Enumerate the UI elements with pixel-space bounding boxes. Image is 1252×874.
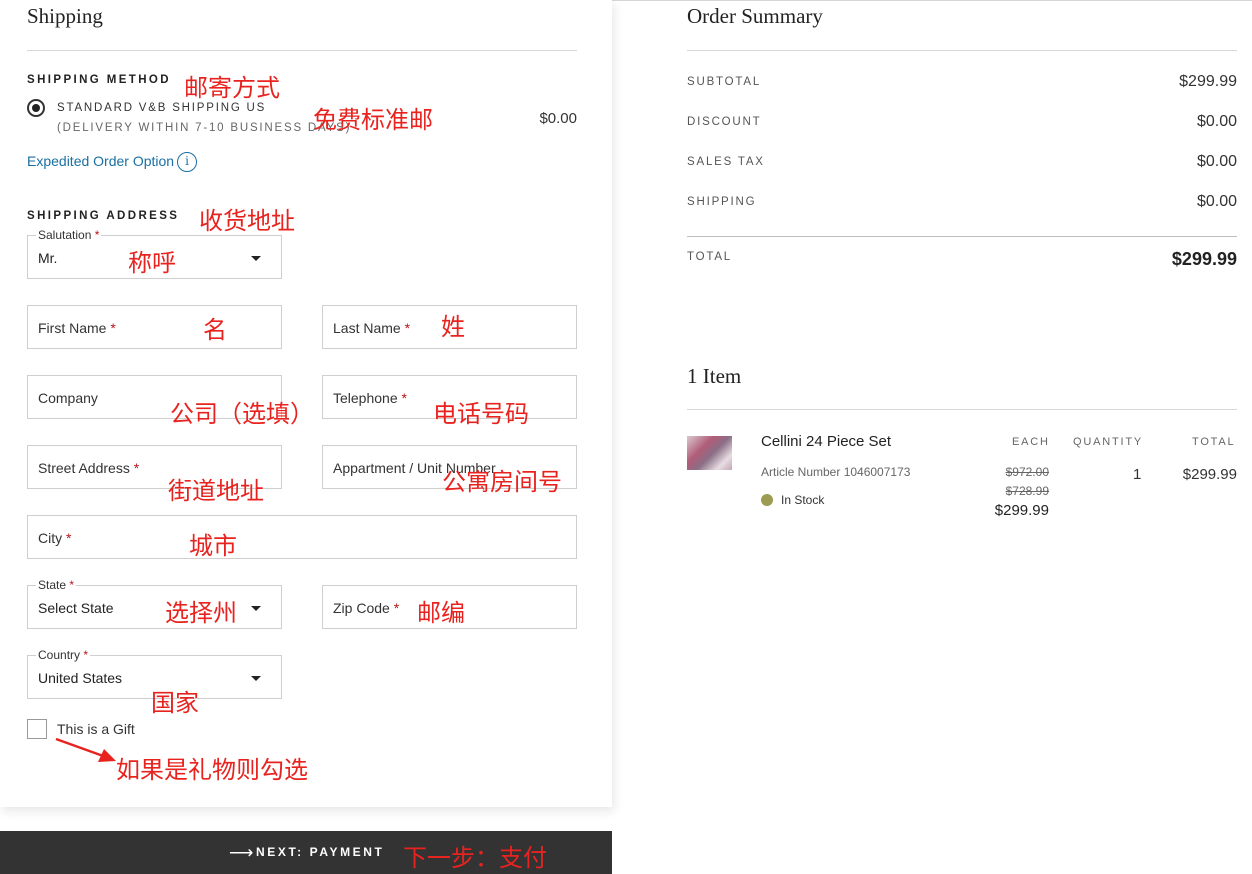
chevron-down-icon xyxy=(251,256,261,261)
article-number: Article Number 1046007173 xyxy=(761,465,911,479)
shipping-method-heading: SHIPPING METHOD xyxy=(27,74,171,86)
annotation-free: 免费标准邮 xyxy=(313,106,433,134)
price-current: $299.99 xyxy=(994,502,1049,519)
annotation-apartment: 公寓房间号 xyxy=(442,468,562,496)
shipping-divider xyxy=(27,50,577,51)
total-label: TOTAL xyxy=(687,251,732,263)
company-placeholder: Company xyxy=(38,390,98,406)
next-payment-label: NEXT: PAYMENT xyxy=(256,845,385,859)
subtotal-value: $299.99 xyxy=(1179,73,1237,90)
shipping-option-name: STANDARD V&B SHIPPING US xyxy=(57,102,267,114)
street-address-placeholder: Street Address * xyxy=(38,460,140,476)
arrow-right-icon: ⟶ xyxy=(229,843,254,862)
salutation-value: Mr. xyxy=(38,250,58,266)
col-total: TOTAL xyxy=(1192,436,1236,448)
items-divider xyxy=(687,409,1237,410)
annotation-salutation: 称呼 xyxy=(128,249,176,277)
subtotal-label: SUBTOTAL xyxy=(687,76,762,88)
gift-checkbox[interactable] xyxy=(27,719,47,739)
country-label: Country * xyxy=(36,648,91,662)
shipping-option-price: $0.00 xyxy=(539,110,577,127)
annotation-method: 邮寄方式 xyxy=(184,74,280,102)
annotation-country: 国家 xyxy=(151,689,199,717)
last-name-placeholder: Last Name * xyxy=(333,320,411,336)
product-quantity: 1 xyxy=(1133,466,1142,483)
annotation-city: 城市 xyxy=(189,532,237,560)
product-total: $299.99 xyxy=(1182,466,1237,483)
annotation-zip: 邮编 xyxy=(417,599,465,627)
salutation-label: Salutation * xyxy=(36,228,102,242)
col-quantity: QUANTITY xyxy=(1073,436,1144,448)
zip-code-placeholder: Zip Code * xyxy=(333,600,400,616)
annotation-first-name: 名 xyxy=(203,316,227,344)
price-previous: $728.99 xyxy=(1005,484,1049,498)
first-name-placeholder: First Name * xyxy=(38,320,116,336)
order-summary-title: Order Summary xyxy=(687,4,823,28)
annotation-company: 公司（选填） xyxy=(170,400,314,428)
annotation-telephone: 电话号码 xyxy=(433,400,529,428)
sales-tax-label: SALES TAX xyxy=(687,156,765,168)
country-value: United States xyxy=(38,670,123,686)
total-divider xyxy=(687,236,1237,237)
price-original: $972.00 xyxy=(1005,465,1049,479)
standard-shipping-radio[interactable] xyxy=(27,99,45,117)
col-each: EACH xyxy=(1012,436,1050,448)
chevron-down-icon xyxy=(251,606,261,611)
shipping-address-heading: SHIPPING ADDRESS xyxy=(27,210,180,222)
total-value: $299.99 xyxy=(1171,249,1237,269)
product-thumbnail[interactable] xyxy=(687,436,732,470)
product-name[interactable]: Cellini 24 Piece Set xyxy=(761,433,891,450)
info-icon[interactable]: i xyxy=(177,152,197,172)
stock-status: In Stock xyxy=(781,493,825,507)
annotation-arrow-icon xyxy=(55,737,116,762)
city-placeholder: City * xyxy=(38,530,72,546)
discount-label: DISCOUNT xyxy=(687,116,762,128)
chevron-down-icon xyxy=(251,676,261,681)
shipping-option-detail: (DELIVERY WITHIN 7-10 BUSINESS DAYS) xyxy=(57,122,352,134)
state-select[interactable]: State * Select State xyxy=(27,578,282,629)
telephone-placeholder: Telephone * xyxy=(333,390,407,406)
first-name-field[interactable]: First Name * xyxy=(27,305,282,349)
expedited-order-link[interactable]: Expedited Order Option xyxy=(27,153,174,169)
discount-value: $0.00 xyxy=(1196,113,1237,130)
annotation-address: 收货地址 xyxy=(199,207,295,235)
city-field[interactable]: City * xyxy=(27,515,577,559)
items-title: 1 Item xyxy=(687,364,742,388)
state-value: Select State xyxy=(38,600,114,616)
stock-status-dot xyxy=(761,494,773,506)
annotation-next: 下一步：支付 xyxy=(403,844,547,872)
state-label: State * xyxy=(36,578,77,592)
shipping-cost-value: $0.00 xyxy=(1196,193,1237,210)
summary-divider xyxy=(687,50,1237,51)
annotation-state: 选择州 xyxy=(165,599,237,627)
shipping-title: Shipping xyxy=(27,4,103,28)
annotation-last-name: 姓 xyxy=(441,313,465,341)
shipping-cost-label: SHIPPING xyxy=(687,196,757,208)
annotation-gift: 如果是礼物则勾选 xyxy=(116,756,308,784)
sales-tax-value: $0.00 xyxy=(1196,153,1237,170)
annotation-street: 街道地址 xyxy=(168,477,264,505)
